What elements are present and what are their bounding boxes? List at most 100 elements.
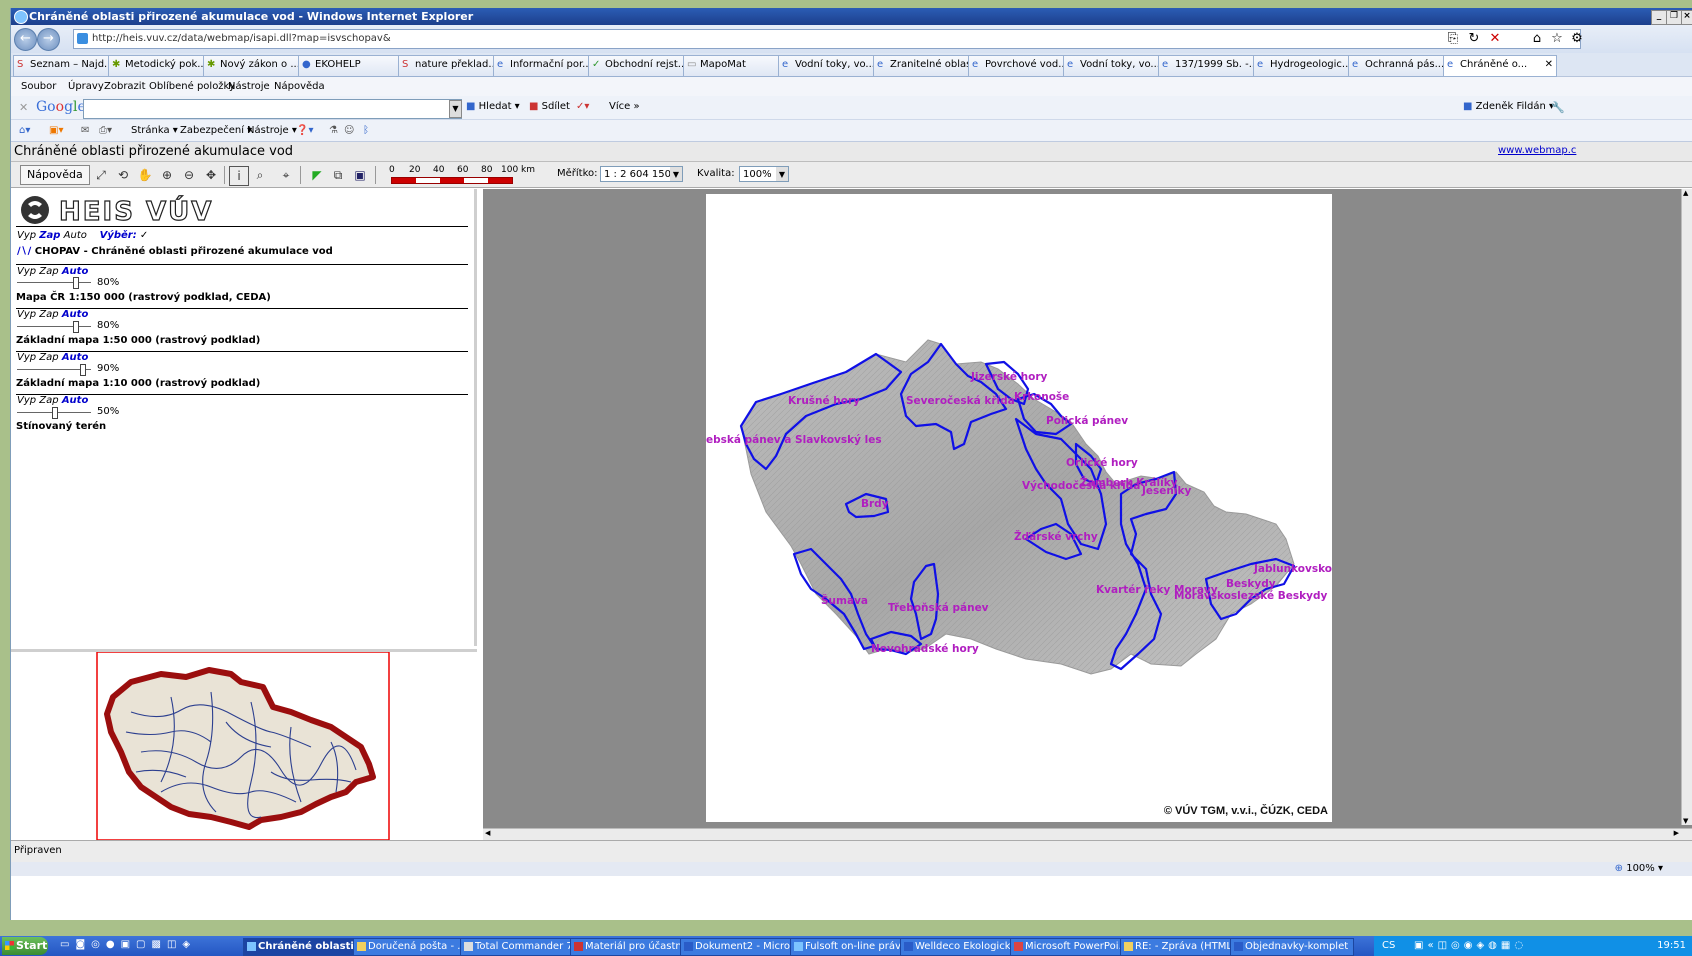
research-icon[interactable]: ⚗ xyxy=(329,120,338,142)
mode-auto[interactable]: Auto xyxy=(64,230,87,241)
print-icon[interactable]: ⎙▾ xyxy=(99,120,112,142)
search-dropdown-arrow-icon[interactable]: ▼ xyxy=(449,100,462,118)
map-canvas[interactable]: Jizerské hory Krkonoše Krušné hory Sever… xyxy=(706,194,1332,822)
overview-map[interactable] xyxy=(11,649,477,841)
taskbar-item[interactable]: Materiál pro účastní... xyxy=(570,938,694,956)
mode-on[interactable]: Zap xyxy=(39,352,58,363)
minimize-button[interactable]: _ xyxy=(1651,10,1667,25)
opacity-slider[interactable] xyxy=(17,364,91,376)
taskbar-item[interactable]: Objednavky-komplet xyxy=(1230,938,1354,956)
slider-thumb[interactable] xyxy=(80,364,86,376)
menu-tools[interactable]: Nástroje xyxy=(228,77,270,96)
taskbar-item[interactable]: RE: - Zpráva (HTML) xyxy=(1120,938,1244,956)
webmap-link[interactable]: www.webmap.c xyxy=(1498,145,1576,156)
close-tab-icon[interactable]: ✕ xyxy=(1545,56,1553,74)
page-menu[interactable]: Stránka ▾ xyxy=(131,120,178,142)
close-window-button[interactable]: × xyxy=(1681,10,1692,25)
mode-auto-active[interactable]: Auto xyxy=(62,309,89,320)
tray-icons[interactable]: ▣«◫◎◉◈◍▦◌ xyxy=(1414,936,1527,956)
user-menu[interactable]: ■ Zdeněk Fildán ▾ xyxy=(1463,101,1554,112)
restore-button[interactable]: ❐ xyxy=(1666,10,1682,25)
tools-gear-icon[interactable]: ⚙ xyxy=(1569,31,1585,47)
language-indicator[interactable]: CS xyxy=(1382,936,1395,956)
messenger-icon[interactable]: ☺ xyxy=(344,120,354,142)
zoom-previous-icon[interactable]: ⟲ xyxy=(114,166,132,184)
feeds-icon[interactable]: ▣▾ xyxy=(49,120,63,142)
mode-off[interactable]: Vyp xyxy=(17,230,36,241)
bluetooth-icon[interactable]: ᛒ xyxy=(363,120,369,142)
more-button[interactable]: Více » xyxy=(609,101,640,112)
slider-thumb[interactable] xyxy=(73,321,79,333)
slider-thumb[interactable] xyxy=(52,407,58,419)
mode-off[interactable]: Vyp xyxy=(17,352,36,363)
save-icon[interactable]: ▣ xyxy=(351,166,369,184)
wrench-icon[interactable]: 🔧 xyxy=(1551,101,1565,114)
copy-icon[interactable]: ⧉ xyxy=(329,166,347,184)
find-binoculars-icon[interactable]: ⌕ xyxy=(251,166,269,184)
locate-icon[interactable]: ⌖ xyxy=(277,166,295,184)
refresh-icon[interactable]: ↻ xyxy=(1466,31,1482,47)
taskbar-item[interactable]: Doručená pošta - ... xyxy=(353,938,474,956)
legend-icon[interactable]: ◤ xyxy=(308,166,326,184)
tab-item[interactable]: ● EKOHELP xyxy=(298,55,414,77)
favorites-star-icon[interactable]: ☆ xyxy=(1549,31,1565,47)
pan-hand-icon[interactable]: ✋ xyxy=(136,166,154,184)
tools-menu[interactable]: Nástroje ▾ xyxy=(247,120,297,142)
start-button[interactable]: Start xyxy=(2,937,48,955)
mode-off[interactable]: Vyp xyxy=(17,395,36,406)
opacity-slider[interactable] xyxy=(17,277,91,289)
menu-help[interactable]: Nápověda xyxy=(274,77,325,96)
quality-select[interactable]: 100% ▼ xyxy=(739,166,789,182)
spell-check-icon[interactable]: ✓▾ xyxy=(576,101,589,112)
menu-view[interactable]: Zobrazit xyxy=(104,77,146,96)
taskbar-item-active[interactable]: Chráněné oblasti... xyxy=(243,938,367,956)
zoom-out-icon[interactable]: ⊖ xyxy=(180,166,198,184)
mode-on-active[interactable]: Zap xyxy=(39,230,60,241)
stop-icon[interactable]: ✕ xyxy=(1487,31,1503,47)
slider-thumb[interactable] xyxy=(73,277,79,289)
menu-favorites[interactable]: Oblíbené položky xyxy=(149,77,235,96)
home-icon[interactable]: ⌂ xyxy=(1529,31,1545,47)
zoom-full-icon[interactable]: ⤢ xyxy=(92,166,110,184)
menu-edit[interactable]: Úpravy xyxy=(68,77,104,96)
taskbar-item[interactable]: Welldeco Ekologick... xyxy=(900,938,1024,956)
mail-icon[interactable]: ✉ xyxy=(81,120,89,142)
back-button[interactable]: ← xyxy=(14,28,37,51)
google-search-button[interactable]: ■ Hledat ▾ xyxy=(466,101,520,112)
selection-check[interactable]: ✓ xyxy=(140,230,148,241)
safety-menu[interactable]: Zabezpečení ▾ xyxy=(180,120,252,142)
mode-auto-active[interactable]: Auto xyxy=(62,352,89,363)
scroll-left-icon[interactable]: ◀ xyxy=(485,829,490,837)
scale-select[interactable]: 1 : 2 604 150 ▼ xyxy=(600,166,683,182)
tab-item-active[interactable]: e Chráněné o... ✕ xyxy=(1443,55,1557,77)
taskbar-item[interactable]: Microsoft PowerPoi... xyxy=(1010,938,1134,956)
menu-file[interactable]: Soubor xyxy=(21,77,56,96)
zoom-in-icon[interactable]: ⊕ xyxy=(158,166,176,184)
quick-launch-icons[interactable]: ▭◙◎●▣▢▩◫◈ xyxy=(60,939,196,950)
scroll-down-icon[interactable]: ▼ xyxy=(1683,817,1688,825)
center-icon[interactable]: ✥ xyxy=(202,166,220,184)
mode-on[interactable]: Zap xyxy=(39,309,58,320)
mode-off[interactable]: Vyp xyxy=(17,266,36,277)
mode-on[interactable]: Zap xyxy=(39,395,58,406)
taskbar-item[interactable]: Fulsoft on-line práv... xyxy=(790,938,914,956)
share-button[interactable]: ■ Sdílet xyxy=(529,101,570,112)
info-icon[interactable]: i xyxy=(229,166,249,186)
opacity-slider[interactable] xyxy=(17,321,91,333)
opacity-slider[interactable] xyxy=(17,407,91,419)
chopav-layer[interactable]: ∕∖∕ CHOPAV - Chráněné oblasti přirozené … xyxy=(17,246,333,257)
mode-on[interactable]: Zap xyxy=(39,266,58,277)
google-search-input[interactable] xyxy=(83,99,462,119)
home-cmd-icon[interactable]: ⌂▾ xyxy=(19,120,30,142)
map-viewport[interactable]: Jizerské hory Krkonoše Krušné hory Sever… xyxy=(483,189,1692,841)
scroll-right-icon[interactable]: ▶ xyxy=(1674,829,1679,837)
help-cmd-icon[interactable]: ❓▾ xyxy=(296,120,313,142)
scroll-up-icon[interactable]: ▲ xyxy=(1683,189,1688,197)
taskbar-item[interactable]: Dokument2 - Micros... xyxy=(680,938,804,956)
mode-off[interactable]: Vyp xyxy=(17,309,36,320)
address-bar[interactable]: http://heis.vuv.cz/data/webmap/isapi.dll… xyxy=(73,29,1581,49)
vertical-scrollbar[interactable]: ▲ ▼ xyxy=(1681,189,1692,825)
mode-auto-active[interactable]: Auto xyxy=(62,395,89,406)
help-button[interactable]: Nápověda xyxy=(20,165,90,185)
compatibility-icon[interactable]: ⎘ xyxy=(1445,31,1461,47)
